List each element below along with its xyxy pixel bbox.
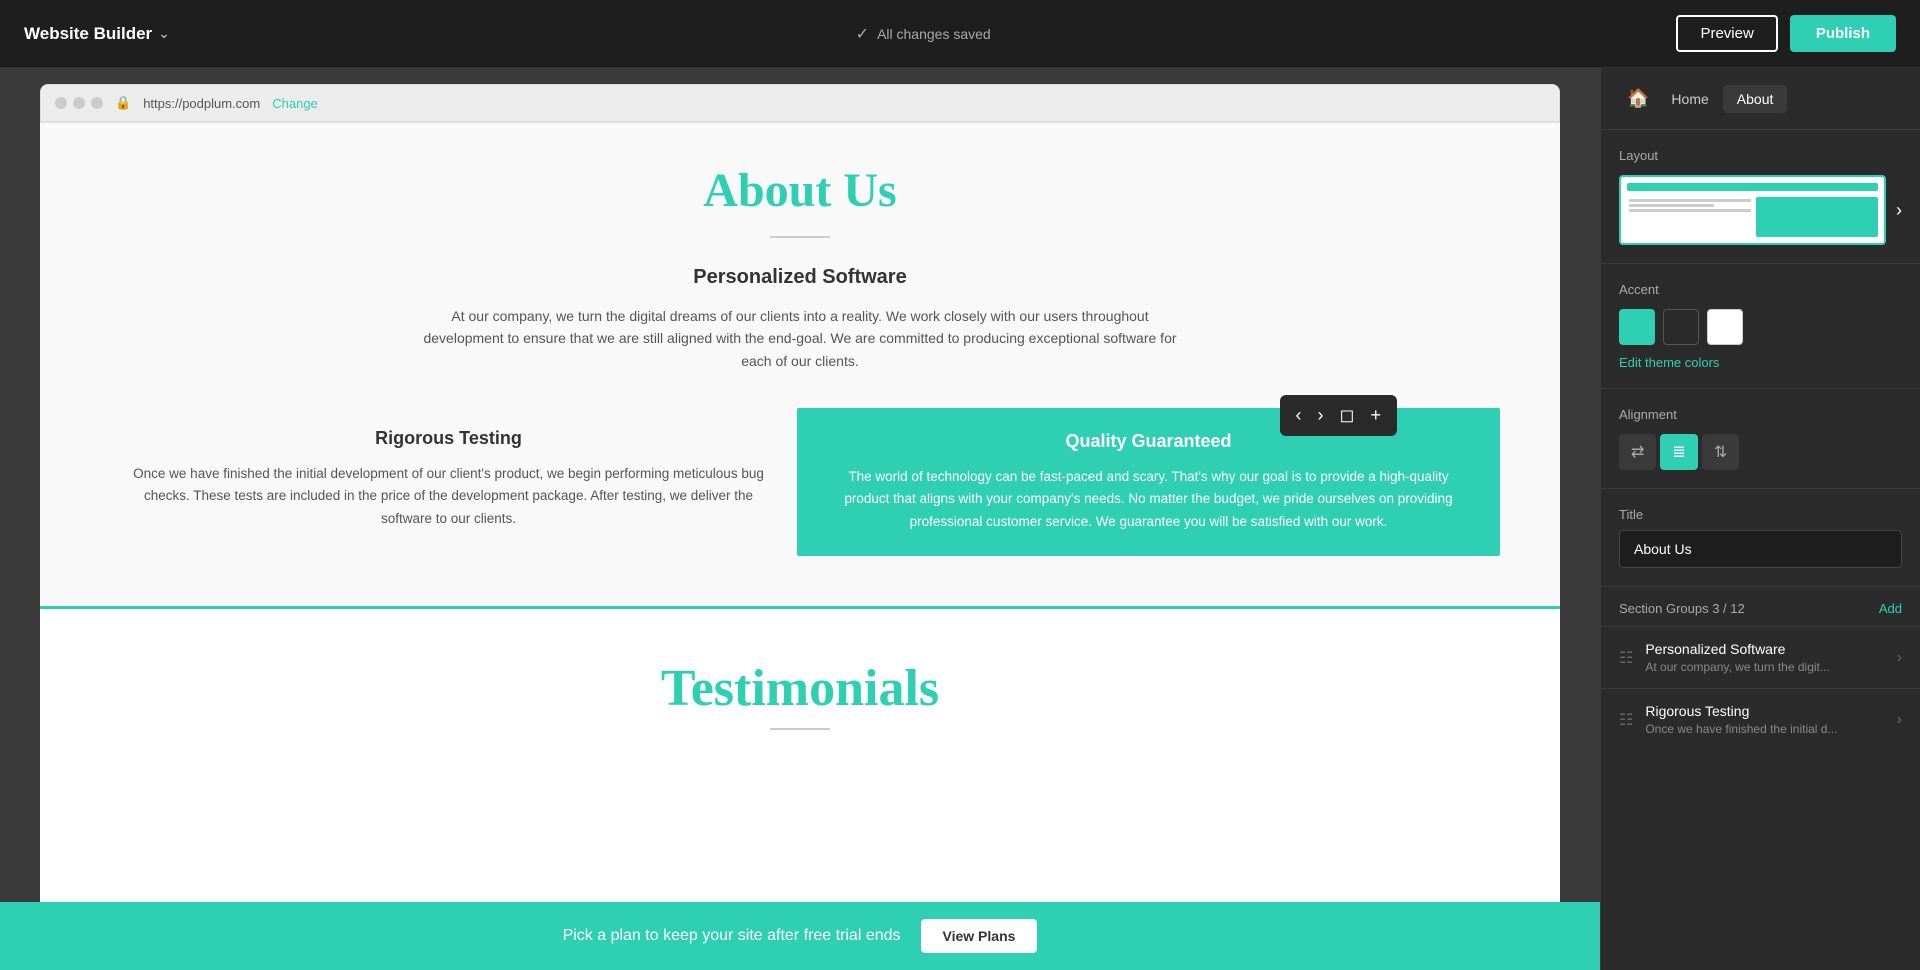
save-status-text: All changes saved <box>877 26 991 42</box>
accent-dark-swatch[interactable] <box>1663 309 1699 345</box>
group-desc-rigorous: Once we have finished the initial d... <box>1645 722 1884 736</box>
accent-white-swatch[interactable] <box>1707 309 1743 345</box>
title-chevron-icon: ⌄ <box>158 25 170 42</box>
nav-about[interactable]: About <box>1723 85 1788 113</box>
group-chevron-personalized: › <box>1897 649 1902 667</box>
browser-url: https://podplum.com <box>143 96 260 111</box>
banner-text: Pick a plan to keep your site after free… <box>563 927 901 945</box>
change-url-button[interactable]: Change <box>272 96 318 111</box>
browser-toolbar: 🔒 https://podplum.com Change <box>41 85 1559 122</box>
check-icon: ✓ <box>856 24 869 44</box>
layout-next-button[interactable]: › <box>1896 200 1902 221</box>
home-icon-button[interactable]: 🏠 <box>1619 84 1657 113</box>
accent-label: Accent <box>1619 282 1902 297</box>
topbar: Website Builder ⌄ ✓ All changes saved Pr… <box>0 0 1920 68</box>
browser-dot-green <box>91 97 103 109</box>
title-section: Title <box>1601 489 1920 587</box>
about-title: About Us <box>100 163 1500 218</box>
layout-thumbnail[interactable] <box>1619 175 1886 245</box>
accent-teal-swatch[interactable] <box>1619 309 1655 345</box>
right-panel: 🏠 Home About Layout <box>1600 68 1920 970</box>
title-input[interactable] <box>1619 530 1902 568</box>
save-status: ✓ All changes saved <box>170 24 1677 44</box>
testimonials-section: Testimonials <box>40 609 1560 770</box>
browser-dots <box>55 97 103 109</box>
accent-section: Accent Edit theme colors <box>1601 264 1920 389</box>
move-left-button[interactable]: ‹ <box>1290 401 1308 430</box>
about-divider <box>770 236 830 238</box>
align-right-button[interactable]: ⇅ <box>1702 434 1739 470</box>
group-name-rigorous: Rigorous Testing <box>1645 703 1884 719</box>
rigorous-text: Once we have finished the initial develo… <box>130 463 767 530</box>
about-section[interactable]: About Us Personalized Software At our co… <box>40 123 1560 609</box>
group-item-personalized[interactable]: ☷ Personalized Software At our company, … <box>1601 626 1920 688</box>
drag-handle-icon: ☷ <box>1619 648 1633 668</box>
view-plans-button[interactable]: View Plans <box>921 919 1038 953</box>
section-groups-add-button[interactable]: Add <box>1879 601 1902 616</box>
about-columns: Rigorous Testing Once we have finished t… <box>100 408 1500 556</box>
group-chevron-rigorous: › <box>1897 711 1902 729</box>
group-info-personalized: Personalized Software At our company, we… <box>1645 641 1884 674</box>
rigorous-testing-col: Rigorous Testing Once we have finished t… <box>100 408 797 556</box>
browser-dot-red <box>55 97 67 109</box>
app-title: Website Builder <box>24 24 152 44</box>
group-desc-personalized: At our company, we turn the digit... <box>1645 660 1884 674</box>
quality-guaranteed-col[interactable]: ‹ › ◻ + Quality Guaranteed The world of … <box>797 408 1500 556</box>
page-nav: 🏠 Home About <box>1601 68 1920 130</box>
layout-preview[interactable]: › <box>1619 175 1902 245</box>
main-layout: 🔒 https://podplum.com Change About Us Pe… <box>0 68 1920 970</box>
testimonials-divider <box>770 728 830 730</box>
layout-label: Layout <box>1619 148 1902 163</box>
publish-button[interactable]: Publish <box>1790 15 1896 52</box>
section-groups-label: Section Groups 3 / 12 <box>1619 601 1745 616</box>
align-center-button[interactable]: ≣ <box>1660 434 1697 470</box>
browser-dot-yellow <box>73 97 85 109</box>
preview-button[interactable]: Preview <box>1676 15 1777 52</box>
edit-theme-link[interactable]: Edit theme colors <box>1619 355 1902 370</box>
alignment-section: Alignment ⇄ ≣ ⇅ <box>1601 389 1920 489</box>
page-content: About Us Personalized Software At our co… <box>40 123 1560 902</box>
app-title-area[interactable]: Website Builder ⌄ <box>24 24 170 44</box>
align-left-button[interactable]: ⇄ <box>1619 434 1656 470</box>
personalized-subtitle: Personalized Software <box>100 266 1500 289</box>
rigorous-title: Rigorous Testing <box>130 428 767 449</box>
topbar-actions: Preview Publish <box>1676 15 1896 52</box>
canvas-area: 🔒 https://podplum.com Change About Us Pe… <box>0 68 1600 970</box>
alignment-label: Alignment <box>1619 407 1902 422</box>
layout-thumb-header <box>1627 183 1878 191</box>
quality-text: The world of technology can be fast-pace… <box>830 466 1467 533</box>
browser-chrome: 🔒 https://podplum.com Change <box>40 84 1560 123</box>
layout-section: Layout › <box>1601 130 1920 264</box>
add-button[interactable]: + <box>1364 401 1387 430</box>
personalized-description: At our company, we turn the digital drea… <box>410 305 1190 372</box>
section-groups-header: Section Groups 3 / 12 Add <box>1601 587 1920 626</box>
title-field-label: Title <box>1619 507 1902 522</box>
drag-handle-icon-2: ☷ <box>1619 710 1633 730</box>
move-right-button[interactable]: › <box>1312 401 1330 430</box>
testimonials-title: Testimonials <box>100 659 1500 718</box>
accent-swatches <box>1619 309 1902 345</box>
bottom-banner: Pick a plan to keep your site after free… <box>0 902 1600 970</box>
nav-home[interactable]: Home <box>1657 85 1722 113</box>
alignment-buttons: ⇄ ≣ ⇅ <box>1619 434 1902 470</box>
section-toolbar: ‹ › ◻ + <box>1280 395 1397 436</box>
group-info-rigorous: Rigorous Testing Once we have finished t… <box>1645 703 1884 736</box>
lock-icon: 🔒 <box>115 95 131 111</box>
group-name-personalized: Personalized Software <box>1645 641 1884 657</box>
group-item-rigorous[interactable]: ☷ Rigorous Testing Once we have finished… <box>1601 688 1920 750</box>
duplicate-button[interactable]: ◻ <box>1334 401 1361 430</box>
